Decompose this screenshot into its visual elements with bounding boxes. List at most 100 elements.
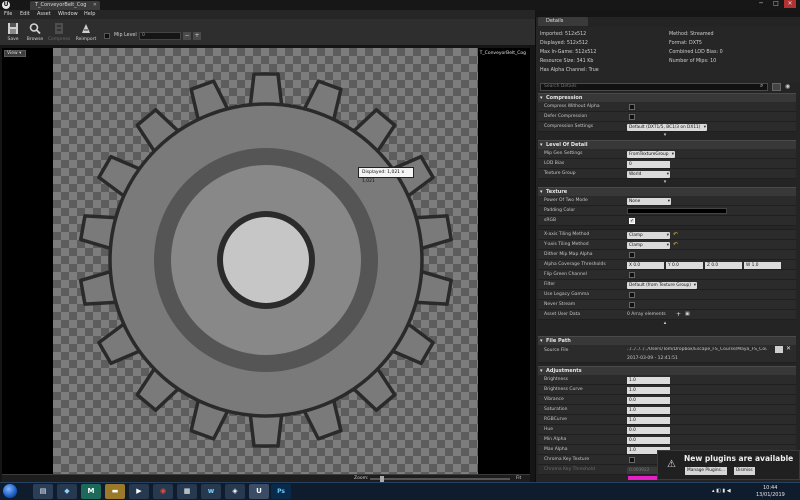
app-icon-blue[interactable]: ◆ <box>57 484 77 499</box>
compress-button[interactable]: Compress <box>48 22 70 45</box>
min-alpha-label: Min Alpha <box>544 437 567 442</box>
row-alpha-coverage: Alpha Coverage Thresholds X 0.0 Y 0.0 Z … <box>538 260 796 270</box>
clear-source-file-icon[interactable]: ✕ <box>786 345 791 352</box>
dismiss-button[interactable]: Dismiss <box>734 467 755 475</box>
maya-icon[interactable]: M <box>81 484 101 499</box>
menu-window[interactable]: Window <box>58 11 78 17</box>
never-stream-checkbox[interactable] <box>629 302 635 308</box>
y-tiling-dropdown[interactable]: Clamp <box>627 241 670 249</box>
delete-all-icon[interactable]: ▣ <box>685 311 690 317</box>
rgb-curve-input[interactable]: 1.0 <box>627 416 670 424</box>
close-window-button[interactable]: ✕ <box>784 0 796 8</box>
srgb-checkbox[interactable]: ✓ <box>629 218 635 224</box>
hue-input[interactable]: 0.0 <box>627 426 670 434</box>
mip-level-checkbox[interactable] <box>104 33 110 39</box>
browse-label: Browse <box>26 37 44 42</box>
explorer-app-icon[interactable]: ▤ <box>33 484 53 499</box>
compress-icon <box>55 23 63 34</box>
zoom-slider-track[interactable] <box>370 478 510 480</box>
start-button[interactable] <box>3 484 17 498</box>
menu-file[interactable]: File <box>4 11 12 17</box>
zoom-label: Zoom: <box>354 476 369 481</box>
compress-without-alpha-checkbox[interactable] <box>629 104 635 110</box>
reset-to-default-icon[interactable]: ↶ <box>673 241 678 248</box>
app-icon-purple[interactable]: ◈ <box>225 484 245 499</box>
media-player-icon[interactable]: ▶ <box>129 484 149 499</box>
min-alpha-input[interactable]: 0.0 <box>627 436 670 444</box>
legacy-gamma-checkbox[interactable] <box>629 292 635 298</box>
reimport-button[interactable]: Reimport <box>75 22 97 45</box>
section-level-of-detail[interactable]: Level Of Detail <box>538 140 796 149</box>
mip-level-decrement[interactable]: − <box>183 32 191 40</box>
source-file-path: ../../../../../Users/Tom/Dropbox/Escape_… <box>627 347 767 352</box>
section-compression[interactable]: Compression <box>538 93 796 102</box>
menu-help[interactable]: Help <box>84 11 95 17</box>
browse-source-file-button[interactable] <box>775 346 783 353</box>
menu-edit[interactable]: Edit <box>20 11 30 17</box>
photoshop-icon[interactable]: Ps <box>271 484 291 499</box>
section-texture[interactable]: Texture <box>538 187 796 196</box>
unreal-editor-task-icon[interactable]: U <box>249 484 269 499</box>
details-tab[interactable]: Details <box>538 17 588 26</box>
texture-advanced-toggle[interactable]: ▴ <box>536 320 794 326</box>
minimize-button[interactable]: ─ <box>755 0 767 8</box>
flip-green-checkbox[interactable] <box>629 272 635 278</box>
close-tab-icon[interactable]: ✕ <box>93 1 97 10</box>
x-tiling-dropdown[interactable]: Clamp <box>627 231 670 239</box>
view-options-eye-icon[interactable]: ◉ <box>785 83 790 90</box>
filter-dropdown[interactable]: Default (from Texture Group) <box>627 281 697 289</box>
info-has-alpha: Has Alpha Channel: True <box>540 68 599 73</box>
compression-advanced-toggle[interactable]: ▾ <box>536 132 794 138</box>
app-icon-w[interactable]: w <box>201 484 221 499</box>
power-of-two-dropdown[interactable]: None <box>627 197 671 205</box>
alpha-coverage-w[interactable]: W 1.0 <box>744 261 781 269</box>
view-options-button[interactable]: View ▾ <box>4 50 26 57</box>
manage-plugins-button[interactable]: Manage Plugins... <box>685 467 727 475</box>
cog-texture-image <box>78 72 454 448</box>
row-rgb-curve: RGBCurve 1.0 <box>538 415 796 425</box>
reset-to-default-icon[interactable]: ↶ <box>673 231 678 238</box>
property-matrix-button[interactable] <box>772 83 781 91</box>
folder-icon[interactable]: ▬ <box>105 484 125 499</box>
defer-compression-checkbox[interactable] <box>629 114 635 120</box>
vibrance-input[interactable]: 0.0 <box>627 396 670 404</box>
details-search-input[interactable]: Search Details <box>540 83 768 91</box>
mip-level-increment[interactable]: + <box>193 32 201 40</box>
brightness-input[interactable]: 1.0 <box>627 376 670 384</box>
mip-level-input[interactable]: 0 <box>139 32 181 40</box>
texture-viewport[interactable]: View ▾ T_ConveyorBelt_Cog Displayed: 1,0… <box>2 48 530 474</box>
menu-asset[interactable]: Asset <box>37 11 51 17</box>
clock-time[interactable]: 10:44 <box>763 485 777 491</box>
section-file-path[interactable]: File Path <box>538 336 796 345</box>
chrome-icon[interactable]: ◉ <box>153 484 173 499</box>
alpha-coverage-x[interactable]: X 0.0 <box>627 261 664 269</box>
dither-checkbox[interactable] <box>629 252 635 258</box>
alpha-coverage-y[interactable]: Y 0.0 <box>666 261 703 269</box>
lod-bias-input[interactable]: 0 <box>627 160 670 168</box>
alpha-coverage-z[interactable]: Z 0.0 <box>705 261 742 269</box>
texture-group-dropdown[interactable]: World <box>627 170 670 178</box>
viewport-asset-name: T_ConveyorBelt_Cog <box>479 51 526 56</box>
tray-icons[interactable]: ▴ ◧ ▮ ◀ <box>712 488 731 494</box>
lod-advanced-toggle[interactable]: ▾ <box>536 179 794 185</box>
maximize-button[interactable]: □ <box>770 0 782 8</box>
row-texture-group: Texture Group World <box>538 169 796 179</box>
row-hue: Hue 0.0 <box>538 425 796 435</box>
row-srgb: sRGB ✓ <box>538 216 796 226</box>
asset-document-tab[interactable]: T_ConveyorBelt_Cog ✕ <box>30 1 100 10</box>
saturation-input[interactable]: 1.0 <box>627 406 670 414</box>
compression-settings-dropdown[interactable]: Default (DXT1/5, BC1/3 on DX11) <box>627 123 707 131</box>
browse-button[interactable]: Browse <box>24 22 46 45</box>
zoom-value: Fit <box>516 476 522 481</box>
mip-gen-settings-dropdown[interactable]: FromTextureGroup <box>627 150 675 158</box>
chroma-key-texture-checkbox[interactable] <box>629 457 635 463</box>
section-adjustments[interactable]: Adjustments <box>538 366 796 375</box>
save-button[interactable]: Save <box>2 22 24 45</box>
add-element-icon[interactable]: + <box>676 311 681 318</box>
clock-date[interactable]: 13/01/2019 <box>756 492 785 498</box>
y-tiling-label: Y-axis Tiling Method <box>544 242 589 247</box>
padding-color-swatch[interactable] <box>627 208 727 214</box>
app-icon-gray[interactable]: ▦ <box>177 484 197 499</box>
brightness-curve-input[interactable]: 1.0 <box>627 386 670 394</box>
transparency-checkerboard <box>53 48 478 474</box>
